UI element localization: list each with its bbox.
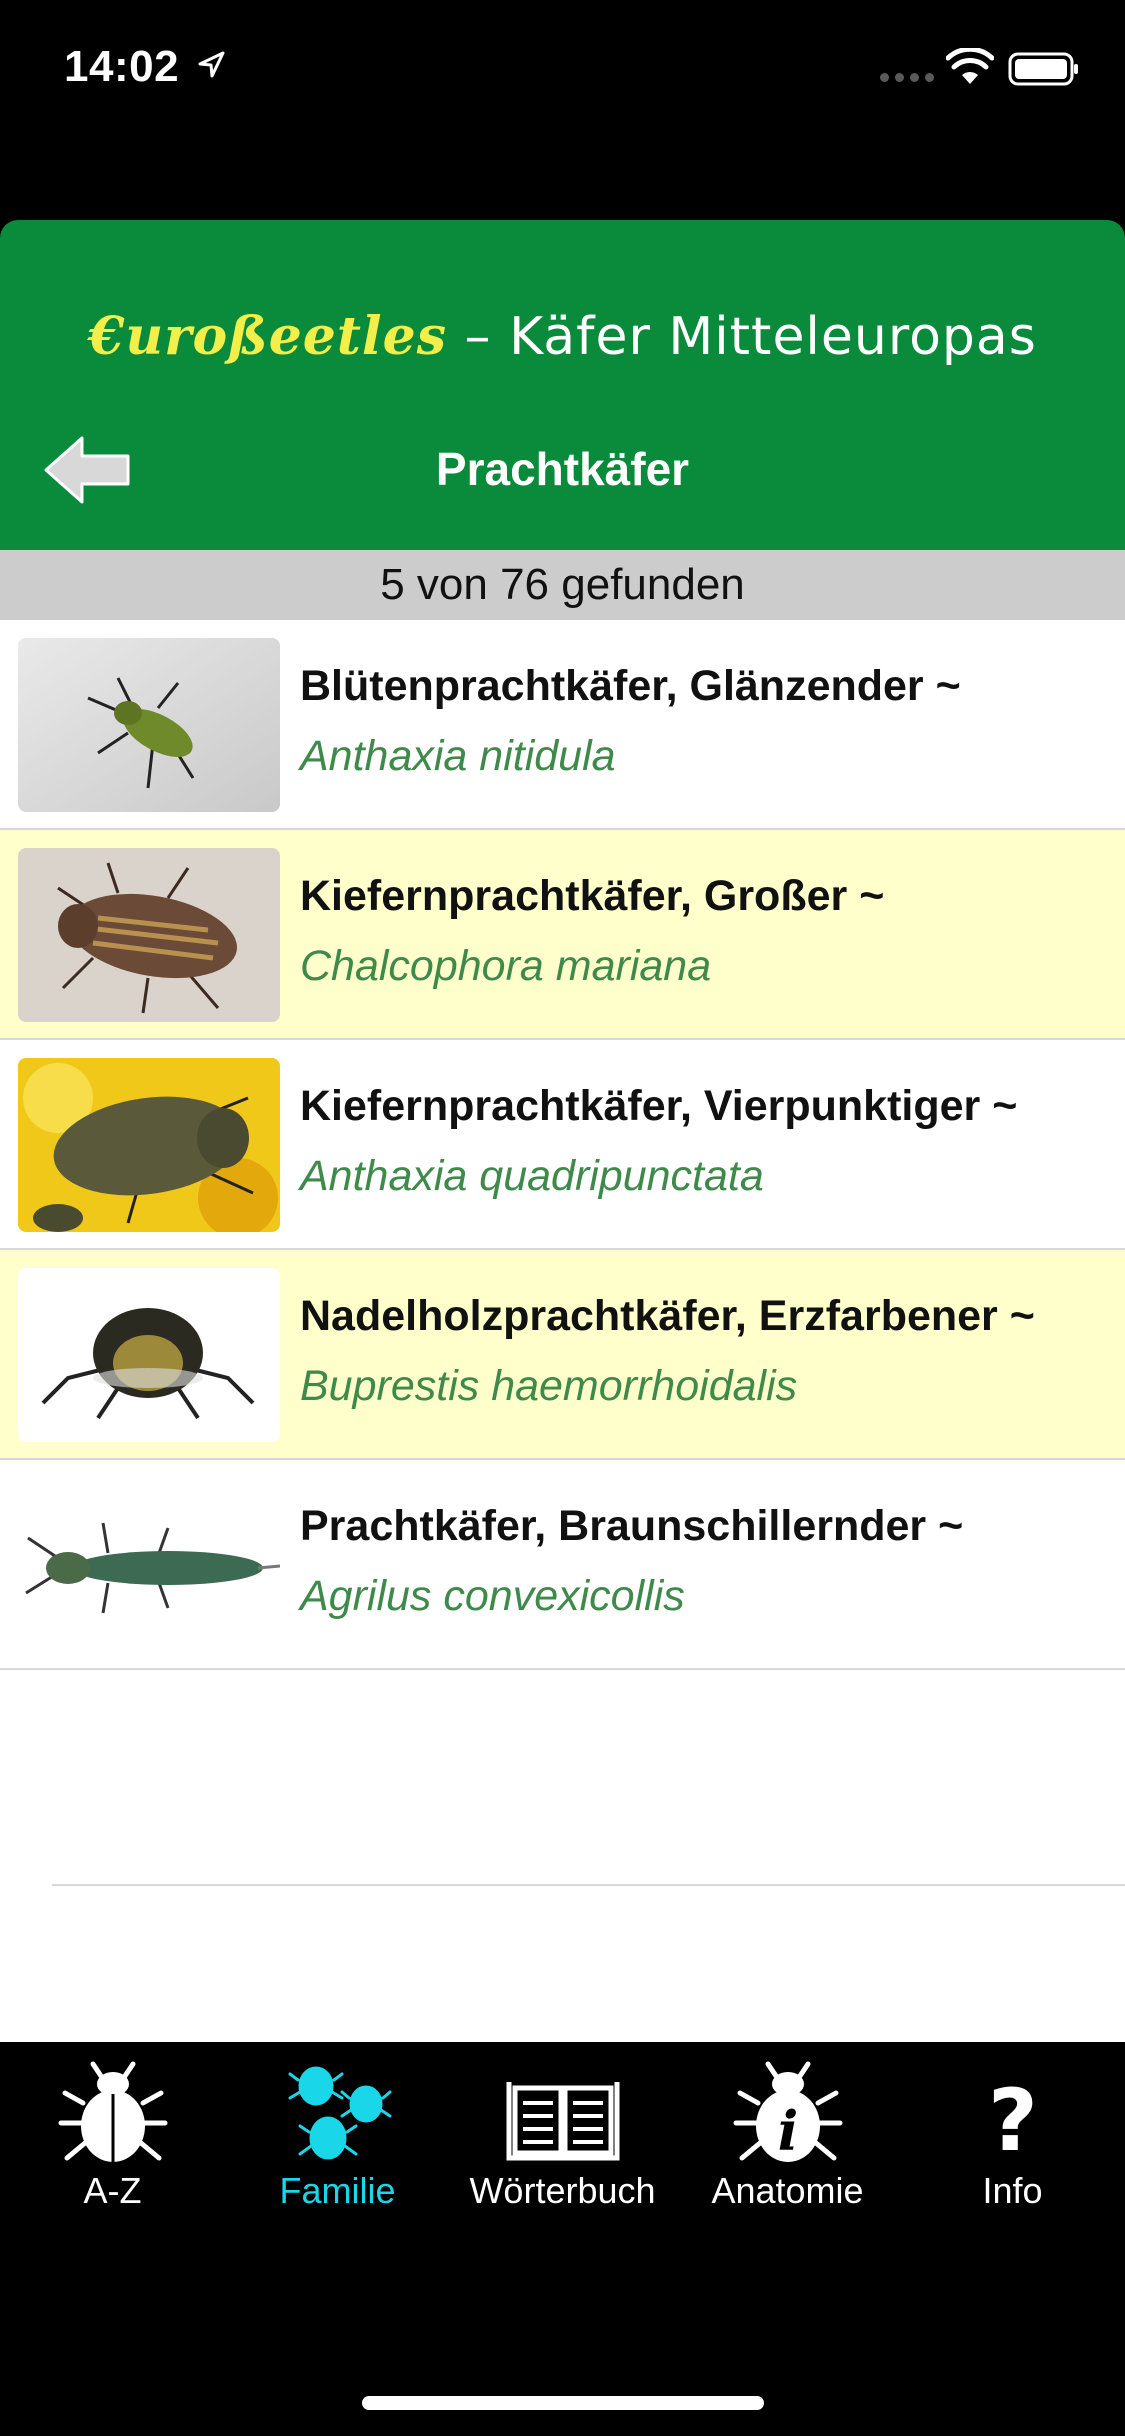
wifi-icon (946, 48, 994, 86)
beetle-list: Blütenprachtkäfer, Glänzender ~ Anthaxia… (0, 620, 1125, 2042)
common-name: Kiefernprachtkäfer, Vierpunktiger ~ (300, 1082, 1017, 1131)
tab-label: Familie (225, 2170, 450, 2212)
result-count: 5 von 76 gefunden (0, 550, 1125, 620)
scientific-name: Chalcophora mariana (300, 942, 711, 991)
beetle-thumbnail (18, 1268, 280, 1442)
screen: 14:02 €uroßeetles – Käfer Mitteleuropas … (0, 0, 1125, 2436)
app-title-subtitle: – Käfer Mitteleuropas (447, 307, 1037, 367)
svg-text:i: i (777, 2099, 798, 2163)
home-indicator[interactable] (362, 2396, 764, 2410)
page-title: Prachtkäfer (0, 442, 1125, 496)
tab-woerterbuch[interactable]: Wörterbuch (450, 2042, 675, 2212)
tab-bar: A-Z Familie Wörterbu (0, 2042, 1125, 2436)
status-bar: 14:02 (0, 0, 1125, 140)
battery-icon (1008, 52, 1080, 86)
tab-label: Info (900, 2170, 1125, 2212)
list-item[interactable]: Kiefernprachtkäfer, Großer ~ Chalcophora… (0, 830, 1125, 1040)
status-time: 14:02 (64, 42, 179, 92)
tab-label: A-Z (0, 2170, 225, 2212)
book-icon (503, 2058, 623, 2168)
beetle-family-icon (278, 2058, 398, 2168)
list-item[interactable]: Prachtkäfer, Braunschillernder ~ Agrilus… (0, 1460, 1125, 1670)
tab-info[interactable]: ? Info (900, 2042, 1125, 2212)
beetle-icon (53, 2058, 173, 2168)
cellular-signal-icon (880, 73, 934, 82)
scientific-name: Anthaxia quadripunctata (300, 1152, 764, 1201)
scientific-name: Buprestis haemorrhoidalis (300, 1362, 797, 1411)
common-name: Prachtkäfer, Braunschillernder ~ (300, 1502, 963, 1551)
list-item[interactable]: Kiefernprachtkäfer, Vierpunktiger ~ Anth… (0, 1040, 1125, 1250)
list-item[interactable]: Blütenprachtkäfer, Glänzender ~ Anthaxia… (0, 620, 1125, 830)
tab-familie[interactable]: Familie (225, 2042, 450, 2212)
tab-anatomie[interactable]: i Anatomie (675, 2042, 900, 2212)
tab-label: Anatomie (675, 2170, 900, 2212)
scientific-name: Agrilus convexicollis (300, 1572, 685, 1621)
location-arrow-icon (196, 50, 226, 80)
scientific-name: Anthaxia nitidula (300, 732, 616, 781)
tab-label: Wörterbuch (450, 2170, 675, 2212)
list-divider (52, 1884, 1125, 1886)
list-item[interactable]: Nadelholzprachtkäfer, Erzfarbener ~ Bupr… (0, 1250, 1125, 1460)
app-title-brand: €uroßeetles (88, 306, 447, 367)
beetle-info-icon: i (728, 2058, 848, 2168)
common-name: Blütenprachtkäfer, Glänzender ~ (300, 662, 961, 711)
question-icon: ? (953, 2058, 1073, 2168)
beetle-thumbnail (18, 1478, 280, 1652)
common-name: Nadelholzprachtkäfer, Erzfarbener ~ (300, 1292, 1035, 1341)
beetle-thumbnail (18, 1058, 280, 1232)
beetle-thumbnail (18, 638, 280, 812)
beetle-thumbnail (18, 848, 280, 1022)
svg-text:?: ? (988, 2071, 1038, 2168)
app-title: €uroßeetles – Käfer Mitteleuropas (0, 306, 1125, 367)
tab-a-z[interactable]: A-Z (0, 2042, 225, 2212)
common-name: Kiefernprachtkäfer, Großer ~ (300, 872, 884, 921)
app-header: €uroßeetles – Käfer Mitteleuropas Pracht… (0, 220, 1125, 550)
